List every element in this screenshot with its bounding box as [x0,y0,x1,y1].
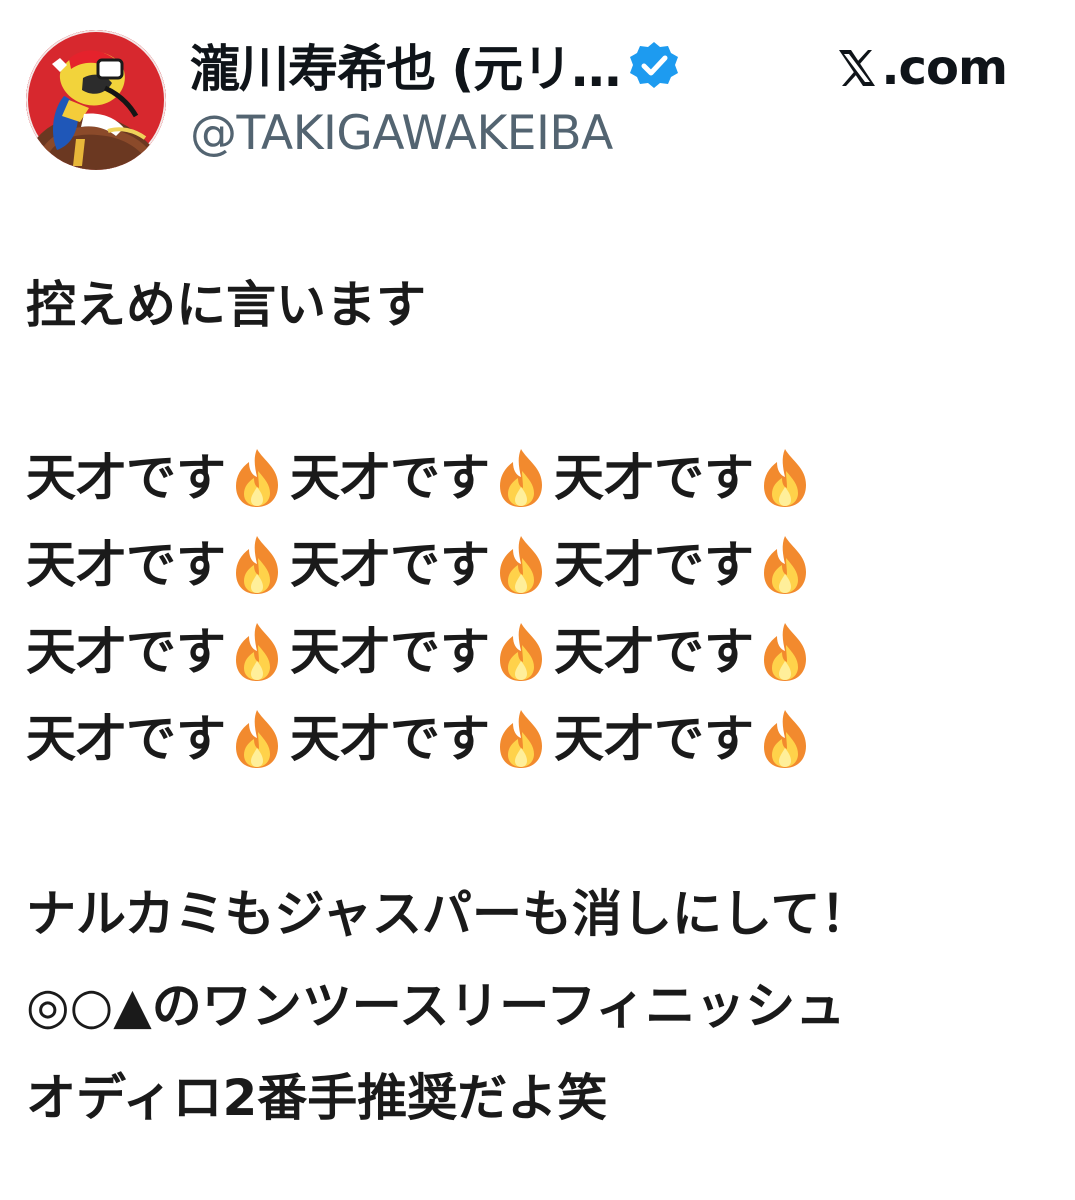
genius-unit: 天才です [554,609,818,695]
fire-emoji-icon [236,535,278,594]
fire-emoji-icon [500,709,542,768]
account-handle[interactable]: @TAKIGAWAKEIBA [190,106,750,161]
display-name-row: 瀧川寿希也 (元リ… [190,32,750,98]
genius-text: 天才です [290,448,490,507]
genius-unit: 天才です [26,696,290,782]
fire-emoji-icon [764,535,806,594]
genius-text: 天才です [290,535,490,594]
genius-unit: 天才です [554,435,818,521]
tweet-recommendation-line: オディロ2番手推奨だよ笑 [26,1069,608,1127]
account-identity: 瀧川寿希也 (元リ… @TAKIGAWAKEIBA [190,32,750,161]
fire-emoji-icon [236,448,278,507]
fire-emoji-icon [764,448,806,507]
tweet-header: 瀧川寿希也 (元リ… @TAKIGAWAKEIBA .com [26,30,1049,170]
genius-text: 天才です [290,709,490,768]
genius-unit: 天才です [290,696,554,782]
genius-unit: 天才です [554,522,818,608]
tweet-intro-line: 控えめに言います [26,276,426,334]
tweet-finish-line: ◎○▲のワンツースリーフィニッシュ [26,977,846,1035]
genius-text: 天才です [26,622,226,681]
genius-row-4: 天才です 天才です 天才です [26,695,1056,782]
tweet-text: 控えめに言います 天才です 天才です 天才です 天才です 天才です 天才です 天… [26,262,1056,1144]
jockey-avatar-icon[interactable] [26,30,166,170]
fire-emoji-icon [500,535,542,594]
genius-row-3: 天才です 天才です 天才です [26,608,1056,695]
genius-unit: 天才です [26,435,290,521]
genius-text: 天才です [290,622,490,681]
genius-text: 天才です [26,448,226,507]
genius-unit: 天才です [290,435,554,521]
genius-unit: 天才です [554,696,818,782]
genius-unit: 天才です [26,609,290,695]
genius-unit: 天才です [290,609,554,695]
genius-text: 天才です [554,622,754,681]
fire-emoji-icon [500,622,542,681]
display-name[interactable]: 瀧川寿希也 (元リ… [190,29,621,101]
genius-text: 天才です [26,709,226,768]
genius-text: 天才です [26,535,226,594]
tweet-prediction-line: ナルカミもジャスパーも消しにして！ [26,885,871,943]
genius-unit: 天才です [290,522,554,608]
x-logo-icon [839,50,876,86]
fire-emoji-icon [236,622,278,681]
fire-emoji-icon [500,448,542,507]
genius-row-1: 天才です 天才です 天才です [26,434,1056,521]
genius-text: 天才です [554,448,754,507]
verified-badge-icon [630,42,679,88]
genius-row-2: 天才です 天才です 天才です [26,521,1056,608]
fire-emoji-icon [764,709,806,768]
genius-text: 天才です [554,709,754,768]
genius-unit: 天才です [26,522,290,608]
fire-emoji-icon [764,622,806,681]
site-brand[interactable]: .com [835,38,1008,98]
genius-text: 天才です [554,535,754,594]
fire-emoji-icon [236,709,278,768]
site-label: .com [881,40,1008,96]
